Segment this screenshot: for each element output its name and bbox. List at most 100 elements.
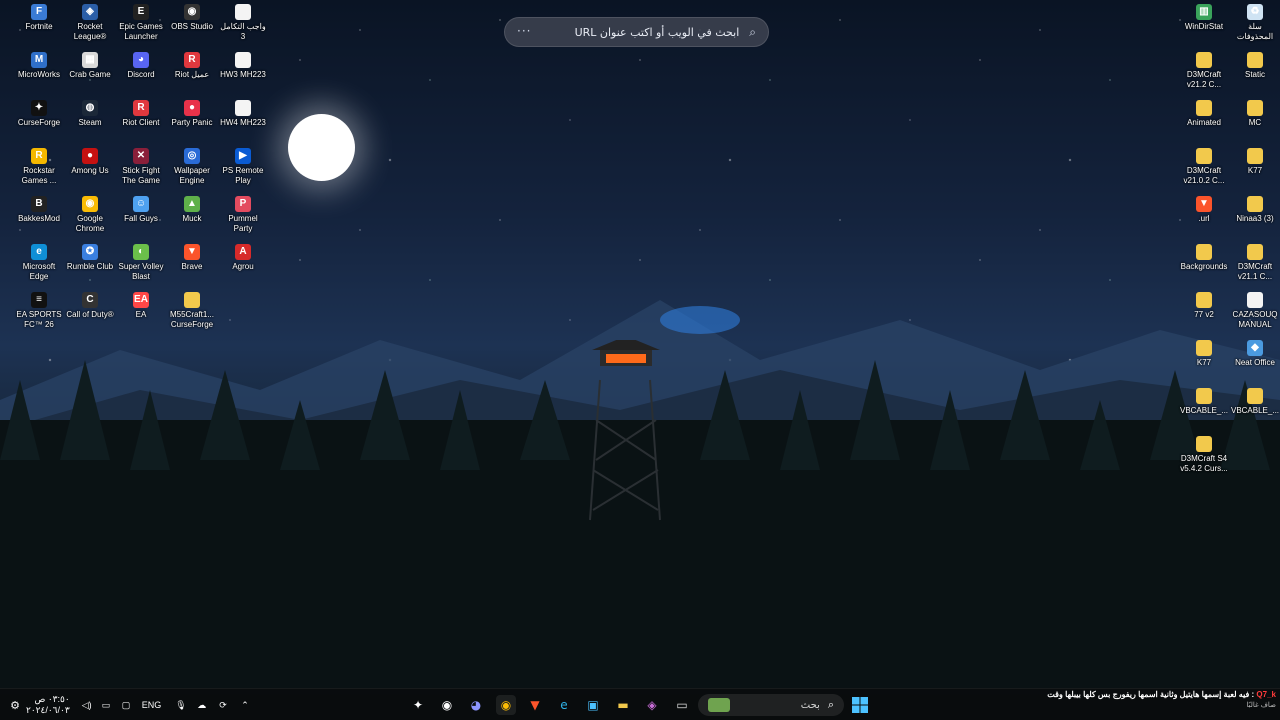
desktop-shortcut-label: WinDirStat bbox=[1184, 22, 1224, 31]
microphone-icon[interactable]: 🎙 bbox=[175, 700, 189, 711]
desktop-shortcut[interactable]: M MicroWorks bbox=[14, 52, 64, 80]
desktop-shortcut[interactable]: HW3 MH223 bbox=[218, 52, 268, 80]
desktop-shortcut[interactable]: واجب التكامل 3 bbox=[218, 4, 268, 42]
screen-icon[interactable]: ▢ bbox=[122, 700, 136, 711]
brave-icon: ▼ bbox=[184, 244, 200, 260]
desktop-shortcut[interactable]: ◕ Discord bbox=[116, 52, 166, 80]
discord-taskbar-icon[interactable]: ◕ bbox=[466, 695, 486, 715]
desktop-shortcut[interactable]: ▼ .url bbox=[1179, 196, 1229, 224]
riot-client-icon: R bbox=[184, 52, 200, 68]
desktop-shortcut[interactable]: ◆ Neat Office bbox=[1230, 340, 1280, 368]
desktop-shortcut[interactable]: D3MCraft v21.1 C... bbox=[1230, 244, 1280, 282]
desktop-shortcut[interactable]: E Epic Games Launcher bbox=[116, 4, 166, 42]
desktop-shortcut[interactable]: K77 bbox=[1179, 340, 1229, 368]
chat-notification[interactable]: Q7_k : فيه لعبة إسمها هايتيل وثانية اسمه… bbox=[1036, 689, 1276, 711]
battery-icon[interactable]: ▭ bbox=[102, 700, 116, 711]
onedrive-icon[interactable]: ☁ bbox=[197, 700, 211, 711]
desktop-shortcut[interactable]: ✪ Rumble Club bbox=[65, 244, 115, 272]
desktop-shortcut[interactable]: R Rockstar Games ... bbox=[14, 148, 64, 186]
folder-icon bbox=[1196, 388, 1212, 404]
desktop-shortcut[interactable]: ▼ Brave bbox=[167, 244, 217, 272]
desktop-shortcut[interactable]: ◐ Super Volley Blast bbox=[116, 244, 166, 282]
language-indicator[interactable]: ENG bbox=[142, 700, 162, 710]
desktop-shortcut[interactable]: HW4 MH223 bbox=[218, 100, 268, 128]
desktop-shortcut[interactable]: ● Party Panic bbox=[167, 100, 217, 128]
brave-taskbar-icon[interactable]: ▼ bbox=[525, 695, 545, 715]
desktop-shortcut[interactable]: VBCABLE_... bbox=[1179, 388, 1229, 416]
desktop-shortcut[interactable]: ▦ Crab Game bbox=[65, 52, 115, 80]
desktop-shortcut[interactable]: P Pummel Party bbox=[218, 196, 268, 234]
desktop-shortcut-label: Riot Client bbox=[122, 118, 160, 127]
curseforge-taskbar-icon[interactable]: ✦ bbox=[408, 695, 428, 715]
desktop-shortcut[interactable]: ▶ PS Remote Play bbox=[218, 148, 268, 186]
desktop-shortcut[interactable]: R Riot عميل bbox=[167, 52, 217, 80]
taskbar-search[interactable]: ⌕ بحث bbox=[698, 694, 844, 716]
desktop-shortcut[interactable]: Backgrounds bbox=[1179, 244, 1229, 272]
desktop-shortcut[interactable]: ☺ Fall Guys bbox=[116, 196, 166, 224]
desktop-shortcut[interactable]: A Agrou bbox=[218, 244, 268, 272]
copilot-taskbar-icon[interactable]: ◈ bbox=[642, 695, 662, 715]
desktop-shortcut-label: VBCABLE_... bbox=[1179, 406, 1229, 415]
super-volley-blast-icon: ◐ bbox=[133, 244, 149, 260]
desktop-shortcut[interactable]: 77 v2 bbox=[1179, 292, 1229, 320]
desktop-shortcut-label: Wallpaper Engine bbox=[174, 166, 210, 185]
desktop-shortcut[interactable]: Animated bbox=[1179, 100, 1229, 128]
folder-icon bbox=[1196, 148, 1212, 164]
edge-taskbar-icon[interactable]: e bbox=[554, 695, 574, 715]
start-button[interactable] bbox=[850, 695, 870, 715]
desktop-shortcut[interactable]: ◎ Wallpaper Engine bbox=[167, 148, 217, 186]
desktop-shortcut[interactable]: ◈ Rocket League® bbox=[65, 4, 115, 42]
desktop-shortcut[interactable]: ◍ Steam bbox=[65, 100, 115, 128]
desktop-shortcut[interactable]: C Call of Duty® bbox=[65, 292, 115, 320]
ea-fc-icon: ≡ bbox=[31, 292, 47, 308]
sync-icon[interactable]: ⟳ bbox=[219, 700, 233, 711]
desktop-shortcut[interactable]: CAZASOUQ MANUAL bbox=[1230, 292, 1280, 330]
chrome-taskbar-icon[interactable]: ◉ bbox=[496, 695, 516, 715]
store-taskbar-icon[interactable]: ▣ bbox=[583, 695, 603, 715]
desktop-shortcut[interactable]: EA EA bbox=[116, 292, 166, 320]
desktop-shortcut[interactable]: ◉ Google Chrome bbox=[65, 196, 115, 234]
desktop-shortcut[interactable]: M55Craft1... CurseForge bbox=[167, 292, 217, 330]
desktop-shortcut[interactable]: Static bbox=[1230, 52, 1280, 80]
desktop-shortcut[interactable]: ◉ OBS Studio bbox=[167, 4, 217, 32]
bakkesmod-icon: B bbox=[31, 196, 47, 212]
desktop-shortcut[interactable]: ▲ Muck bbox=[167, 196, 217, 224]
desktop-shortcut[interactable]: ▥ WinDirStat bbox=[1179, 4, 1229, 32]
desktop-shortcut[interactable]: ● Among Us bbox=[65, 148, 115, 176]
browser-search-bar[interactable]: ⌕ ابحث في الويب أو اكتب عنوان URL ··· bbox=[504, 17, 769, 47]
desktop-shortcut-label: EA bbox=[135, 310, 147, 319]
desktop-shortcut[interactable]: F Fortnite bbox=[14, 4, 64, 32]
desktop-shortcut-label: Microsoft Edge bbox=[22, 262, 56, 281]
desktop-shortcut[interactable]: ≡ EA SPORTS FC™ 26 bbox=[14, 292, 64, 330]
settings-icon[interactable]: ⚙ bbox=[8, 699, 22, 712]
search-placeholder: ابحث في الويب أو اكتب عنوان URL bbox=[574, 25, 740, 39]
desktop-shortcut[interactable]: D3MCraft S4 v5.4.2 Curs... bbox=[1179, 436, 1229, 474]
desktop-shortcut[interactable]: Ninaa3 (3) bbox=[1230, 196, 1280, 224]
desktop-shortcut[interactable]: ✦ CurseForge bbox=[14, 100, 64, 128]
desktop-shortcut[interactable]: R Riot Client bbox=[116, 100, 166, 128]
desktop-shortcut[interactable]: e Microsoft Edge bbox=[14, 244, 64, 282]
folder-icon bbox=[1247, 196, 1263, 212]
clock[interactable]: ٠٣:٥٠ ص ٢٠٢٤/٠٦/٠٣ bbox=[26, 694, 70, 716]
desktop-shortcut-label: Agrou bbox=[232, 262, 254, 271]
desktop-shortcut[interactable]: B BakkesMod bbox=[14, 196, 64, 224]
folder-icon bbox=[1196, 244, 1212, 260]
desktop-shortcut[interactable]: MC bbox=[1230, 100, 1280, 128]
desktop-shortcut[interactable]: ✕ Stick Fight The Game bbox=[116, 148, 166, 186]
show-hidden-icons-icon[interactable]: ⌃ bbox=[241, 700, 255, 711]
desktop-shortcut-label: Discord bbox=[127, 70, 155, 79]
desktop-shortcut[interactable]: ♻ سلة المحذوفات bbox=[1230, 4, 1280, 42]
desktop-shortcut[interactable]: D3MCraft v21.2 C... bbox=[1179, 52, 1229, 90]
desktop-shortcut-label: MicroWorks bbox=[17, 70, 61, 79]
task-view-icon[interactable]: ▭ bbox=[672, 695, 692, 715]
desktop-shortcut[interactable]: K77 bbox=[1230, 148, 1280, 176]
desktop-shortcut[interactable]: VBCABLE_... bbox=[1230, 388, 1280, 416]
more-options-icon[interactable]: ··· bbox=[517, 24, 531, 38]
volume-icon[interactable]: ◁) bbox=[82, 700, 96, 711]
desktop-shortcut-label: Muck bbox=[182, 214, 202, 223]
desktop-shortcut[interactable]: D3MCraft v21.0.2 C... bbox=[1179, 148, 1229, 186]
obs-taskbar-icon[interactable]: ◉ bbox=[437, 695, 457, 715]
desktop-shortcut-label: Animated bbox=[1187, 118, 1221, 127]
desktop-shortcut-label: 77 v2 bbox=[1194, 310, 1214, 319]
file-explorer-taskbar-icon[interactable]: ▬ bbox=[613, 695, 633, 715]
